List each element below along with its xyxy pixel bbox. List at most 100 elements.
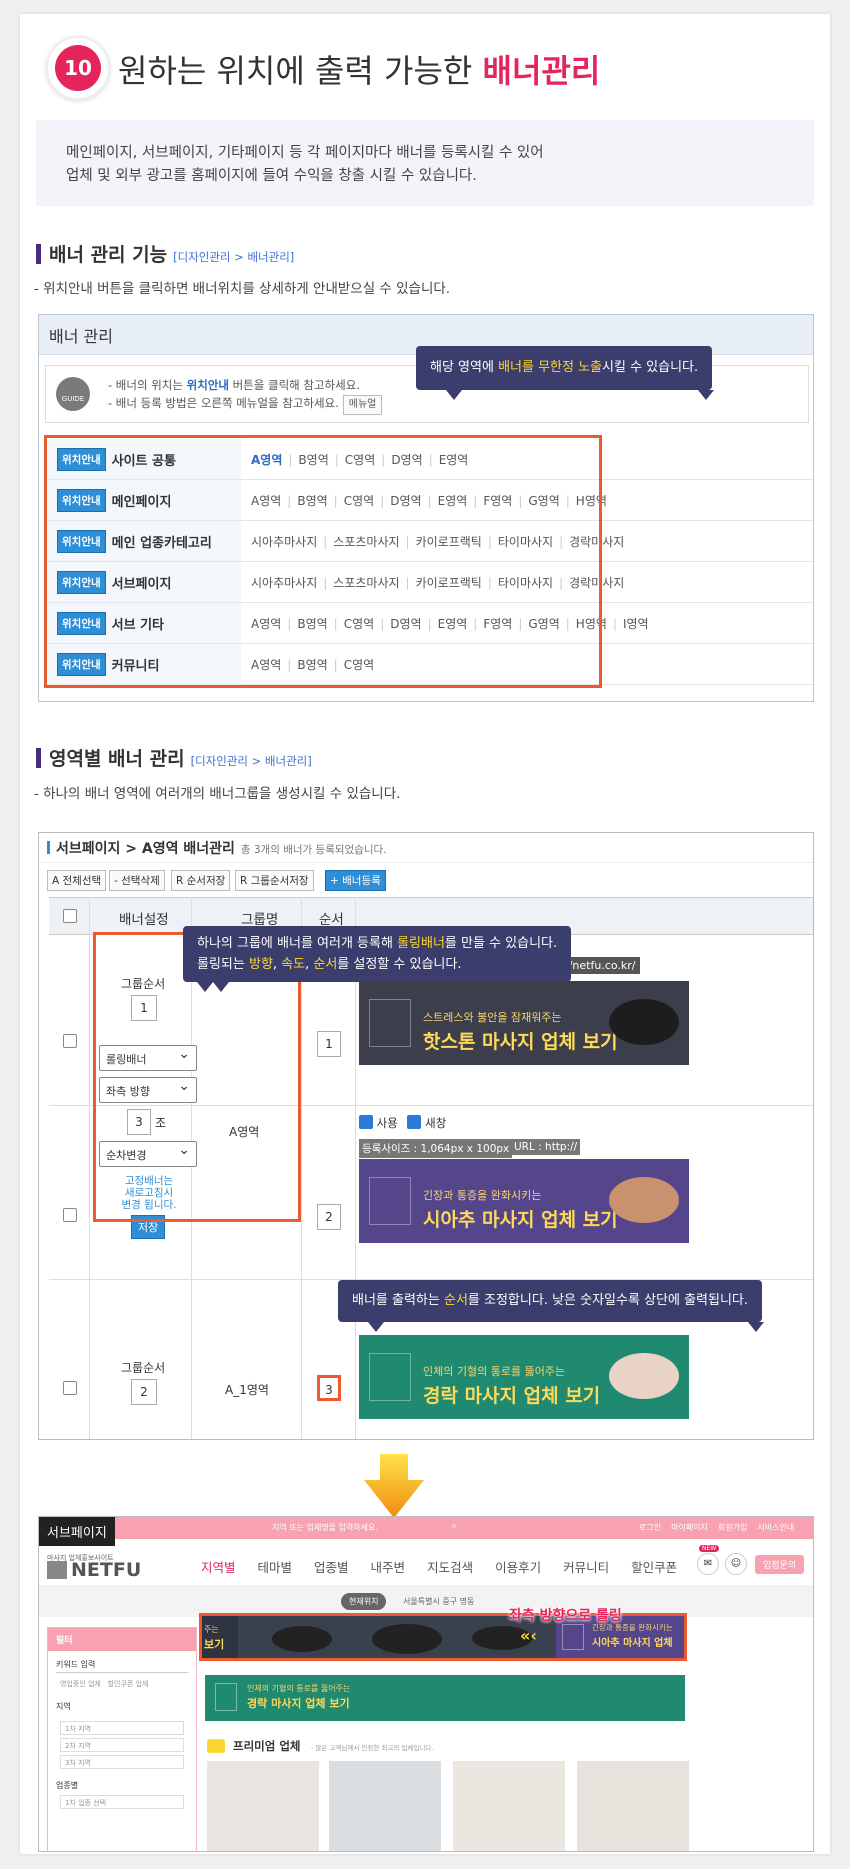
premium-card[interactable] (577, 1761, 689, 1851)
preview-top-links: 로그인 마이페이지 회원가입 서비스안내 (639, 1522, 804, 1533)
top-link[interactable]: 회원가입 (718, 1523, 747, 1532)
col-group-name: 그룹명 (241, 912, 279, 928)
search-icon[interactable]: ⌕ (451, 1519, 457, 1533)
nav-item[interactable]: 할인쿠폰 (631, 1560, 677, 1575)
banner-hotstone: 스트레스와 불안을 잠재워주는핫스톤 마사지 업체 보기 (359, 981, 689, 1065)
highlight-frame (44, 435, 602, 688)
banner-subtitle: 인체의 기혈의 통로를 뚫어주는 (423, 1365, 566, 1378)
region-select[interactable]: 3차 지역 (60, 1755, 184, 1769)
add-banner-button[interactable]: + 배너등록 (325, 870, 386, 891)
section-title-banner-features: 배너 관리 기능 [디자인관리 > 배너관리] (36, 240, 294, 267)
group-order-input-2[interactable]: 2 (131, 1379, 157, 1405)
order-input-3[interactable]: 3 (317, 1375, 341, 1401)
strip-right-main: 시아추 마사지 업체 (592, 1638, 673, 1649)
nav-item[interactable]: 지역별 (201, 1560, 236, 1575)
premium-card[interactable] (453, 1761, 565, 1851)
nav-item[interactable]: 커뮤니티 (563, 1560, 609, 1575)
group-name-2: A_1영역 (225, 1383, 269, 1397)
premium-icon (207, 1739, 225, 1753)
chevron-left-icon: «‹ (520, 1626, 537, 1645)
logo[interactable]: NETFU (71, 1559, 141, 1581)
save-order-button[interactable]: R 순서저장 (171, 870, 231, 891)
banner-main-title: 시아추 마사지 업체 보기 (423, 1209, 618, 1231)
region-select[interactable]: 1차 지역 (60, 1721, 184, 1735)
top-link[interactable]: 로그인 (639, 1523, 661, 1532)
tooltip-rolling: 하나의 그룹에 배너를 여러개 등록해 롤링배너를 만들 수 있습니다. 롤링되… (183, 926, 572, 992)
group-order-label-2: 그룹순서 (121, 1361, 166, 1375)
url-label-2: URL : http:// (511, 1139, 581, 1155)
tooltip-unlimited: 해당 영역에 배너를 무한정 노출시킬 수 있습니다. (416, 346, 715, 400)
logo-icon (47, 1561, 67, 1579)
banner-main-title: 핫스톤 마사지 업체 보기 (423, 1031, 618, 1053)
tooltip-order: 배너를 출력하는 순서를 조정합니다. 낮은 숫자일수록 상단에 출력됩니다. (338, 1280, 765, 1332)
nav-item[interactable]: 업종별 (314, 1560, 349, 1575)
region-select[interactable]: 2차 지역 (60, 1738, 184, 1752)
filter-title: 필터 (48, 1628, 196, 1651)
banner-decoration (609, 999, 679, 1045)
rolling-direction-label: 좌측 방향으로 롤링 (509, 1608, 622, 1624)
lotus-logo-icon (369, 1177, 411, 1225)
new-badge: NEW (699, 1545, 720, 1552)
use-checkbox[interactable] (359, 1115, 373, 1129)
col-banner-setting: 배너설정 (119, 912, 169, 928)
top-link[interactable]: 서비스안내 (757, 1523, 794, 1532)
section-desc: - 위치안내 버튼을 클릭하면 배너위치를 상세하게 안내받으실 수 있습니다. (34, 281, 451, 297)
keyword-label: 키워드 입력 (56, 1660, 96, 1669)
banner-decoration (609, 1353, 679, 1399)
nav-item[interactable]: 테마별 (258, 1560, 293, 1575)
green-banner-main: 경락 마사지 업체 보기 (247, 1697, 350, 1710)
nav-item[interactable]: 내주변 (371, 1560, 406, 1575)
guide-icon: GUIDE (56, 377, 90, 411)
nav-item[interactable]: 이용후기 (495, 1560, 541, 1575)
coupon-checkbox[interactable]: 할인쿠폰 업체 (108, 1680, 149, 1688)
user-icon[interactable]: ☺ (725, 1553, 747, 1575)
manual-button[interactable]: 메뉴얼 (342, 395, 383, 415)
delete-selected-button[interactable]: - 선택삭제 (109, 870, 165, 891)
banner-decoration (609, 1177, 679, 1223)
category-label: 업종별 (56, 1781, 79, 1790)
category-select[interactable]: 1차 업종 선택 (60, 1795, 184, 1809)
down-arrow-icon (364, 1454, 424, 1518)
area-link[interactable]: I영역 (623, 617, 649, 631)
lotus-logo-icon (369, 1353, 411, 1401)
strip-left-sub: 주는 (204, 1625, 219, 1634)
section-title-area-banner: 영역별 배너 관리 [디자인관리 > 배너관리] (36, 744, 312, 771)
lotus-logo-icon (369, 999, 411, 1047)
banner-shiatsu: 긴장과 통증을 완화시키는시아추 마사지 업체 보기 (359, 1159, 689, 1243)
banner-subtitle: 긴장과 통증을 완화시키는 (423, 1189, 542, 1202)
order-input-1[interactable]: 1 (317, 1031, 341, 1057)
top-link[interactable]: 마이페이지 (671, 1523, 708, 1532)
banner-subtitle: 스트레스와 불안을 잠재워주는 (423, 1011, 562, 1024)
banner-main-title: 경락 마사지 업체 보기 (423, 1385, 601, 1407)
open-now-checkbox[interactable]: 영업중인 업체 (60, 1680, 101, 1688)
filter-sidebar: 필터 키워드 입력 영업중인 업체 할인쿠폰 업체 지역 1차 지역 2차 지역 3… (47, 1627, 197, 1851)
save-group-order-button[interactable]: R 그룹순서저장 (235, 870, 314, 891)
green-banner-sub: 인체의 기혈의 통로를 뚫어주는 (247, 1684, 351, 1693)
area-banner-panel: 서브페이지 > A영역 배너관리 총 3개의 배너가 등록되었습니다. A 전체선… (38, 832, 814, 1440)
row-checkbox-2[interactable] (63, 1208, 77, 1222)
preview-main-nav: 지역별 테마별 업종별 내주변 지도검색 이용후기 커뮤니티 할인쿠폰 (201, 1557, 699, 1576)
size-label: 등록사이즈 : 1,064px x 100px (359, 1139, 513, 1158)
subpage-preview: 서브페이지 지역 또는 업체명을 입력하세요. ⌕ 로그인 마이페이지 회원가입 서비… (38, 1516, 814, 1852)
inquiry-button[interactable]: 입점문의 (755, 1555, 805, 1574)
lotus-logo-icon (215, 1683, 237, 1711)
mail-icon[interactable]: ✉ (697, 1553, 719, 1575)
row-checkbox-1[interactable] (63, 1034, 77, 1048)
order-input-2[interactable]: 2 (317, 1204, 341, 1230)
preview-search-input[interactable]: 지역 또는 업체명을 입력하세요. (225, 1520, 425, 1536)
premium-title: 프리미엄 업체 (233, 1739, 301, 1753)
nav-item[interactable]: 지도검색 (427, 1560, 473, 1575)
strip-left-main: 보기 (204, 1638, 225, 1651)
premium-card[interactable] (207, 1761, 319, 1851)
row-checkbox-3[interactable] (63, 1381, 77, 1395)
preview-tag: 서브페이지 (39, 1517, 115, 1546)
new-window-checkbox[interactable] (407, 1115, 422, 1129)
header-checkbox[interactable] (63, 909, 77, 923)
premium-note: - 많은 고객님께서 인정한 최고의 업체입니다. (311, 1744, 434, 1752)
premium-card[interactable] (329, 1761, 441, 1851)
region-label: 지역 (56, 1702, 71, 1711)
area-panel-title: 서브페이지 > A영역 배너관리 총 3개의 배너가 등록되었습니다. (39, 833, 813, 863)
select-all-button[interactable]: A 전체선택 (47, 870, 107, 891)
section-desc-2: - 하나의 배너 영역에 여러개의 배너그룹을 생성시킬 수 있습니다. (34, 786, 401, 802)
current-location-text: 서울특별시 중구 명동 (403, 1597, 475, 1606)
